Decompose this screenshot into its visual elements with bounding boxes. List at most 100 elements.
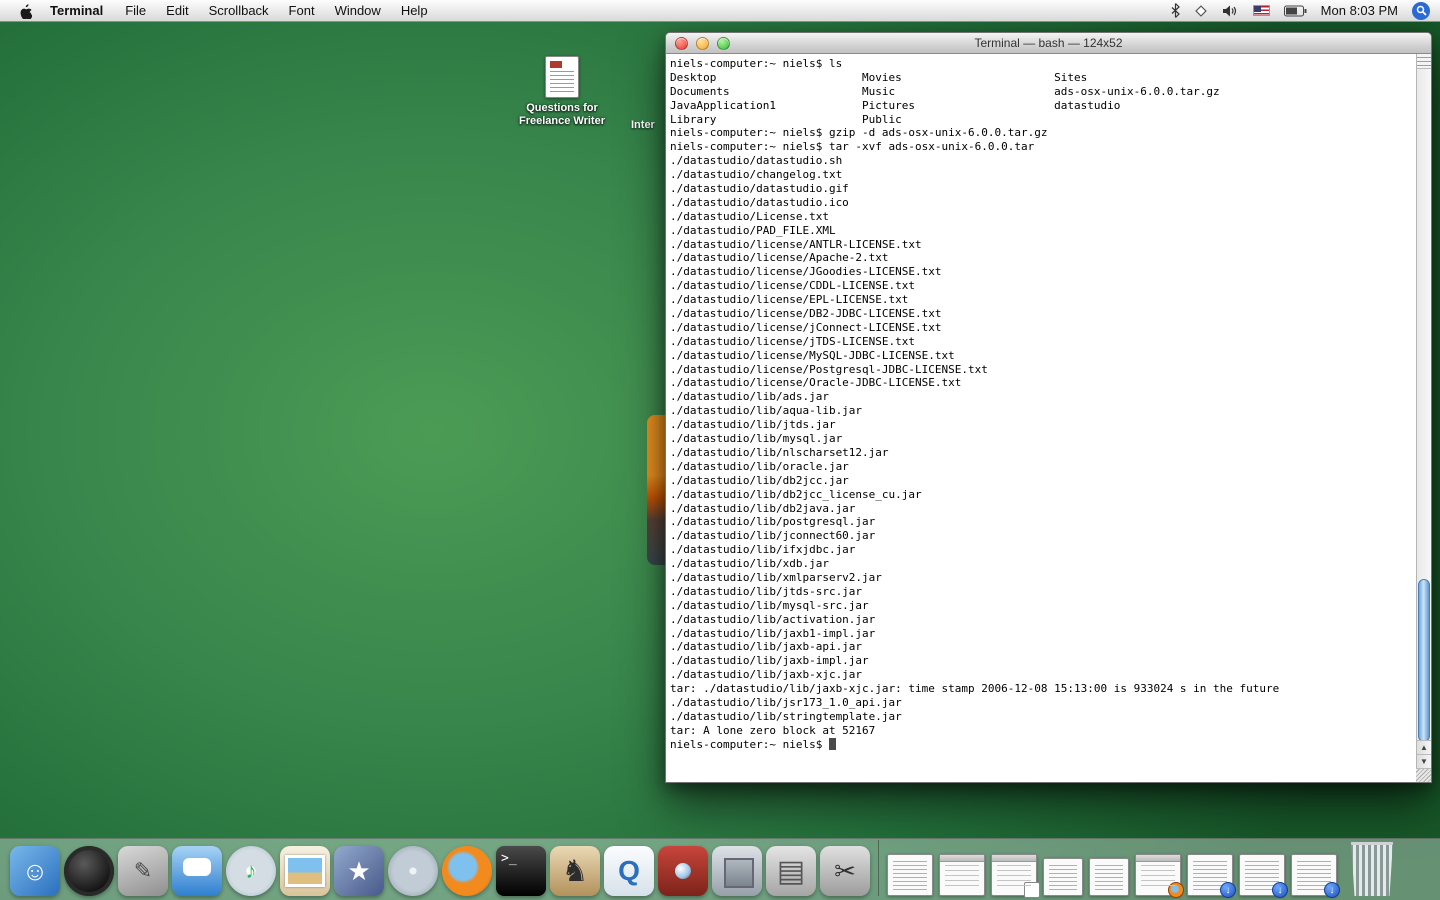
desktop-icon-label: Questions for Freelance Writer xyxy=(518,102,605,127)
terminal-line: ./datastudio/lib/db2jcc_license_cu.jar xyxy=(670,487,922,501)
minimized-window-1[interactable] xyxy=(939,854,985,896)
terminal-line: ./datastudio/datastudio.gif xyxy=(670,182,849,196)
menu-scrollback[interactable]: Scrollback xyxy=(199,0,279,21)
terminal-line: ./datastudio/license/EPL-LICENSE.txt xyxy=(670,293,909,307)
document-icon xyxy=(545,56,579,98)
close-button[interactable] xyxy=(675,36,688,50)
window-resize-grip[interactable] xyxy=(1416,768,1431,782)
menu-window[interactable]: Window xyxy=(325,0,391,21)
menubar: Terminal File Edit Scrollback Font Window Help… xyxy=(0,0,1440,22)
dock-icon-imovie[interactable]: ★ xyxy=(334,846,384,896)
terminal-line: ./datastudio/lib/jtds.jar xyxy=(670,418,836,432)
terminal-line: ./datastudio/license/MySQL-JDBC-LICENSE.… xyxy=(670,348,955,362)
minimized-document-6[interactable]: ↓ xyxy=(1291,854,1340,898)
battery-icon[interactable] xyxy=(1283,0,1307,21)
spotlight-icon[interactable] xyxy=(1412,1,1430,20)
scroll-down-arrow[interactable]: ▼ xyxy=(1417,754,1431,768)
scroll-up-arrow[interactable]: ▲ xyxy=(1417,740,1431,754)
minimize-button[interactable] xyxy=(696,36,709,50)
terminal-line: ./datastudio/datastudio.sh xyxy=(670,154,843,168)
dock-apps: ☺ ✎ ♪ ★ >_ ♞ Q ▤ ✂ xyxy=(10,846,870,896)
minimized-document-4[interactable]: ↓ xyxy=(1187,854,1236,898)
dock-icon-stickies[interactable]: ✎ xyxy=(118,846,168,896)
terminal-line: ./datastudio/license/CDDL-LICENSE.txt xyxy=(670,279,916,293)
terminal-line: ./datastudio/lib/postgresql.jar xyxy=(670,515,876,529)
dock-icon-grab[interactable]: ✂ xyxy=(820,846,870,896)
apple-menu-icon[interactable] xyxy=(12,0,38,21)
terminal-line: ./datastudio/lib/mysql-src.jar xyxy=(670,598,869,612)
dock-icon-terminal-app[interactable]: >_ xyxy=(496,846,546,896)
dock-icon-quicktime[interactable]: Q xyxy=(604,846,654,896)
minimized-window-2[interactable] xyxy=(991,854,1040,898)
menu-font[interactable]: Font xyxy=(279,0,325,21)
terminal-line: ./datastudio/license/jConnect-LICENSE.tx… xyxy=(670,320,942,334)
dock-minimized: ↓ ↓ ↓ xyxy=(887,854,1340,898)
input-menu-us-flag-icon[interactable] xyxy=(1252,5,1270,16)
terminal-line: tar: A lone zero block at 52167 xyxy=(670,723,876,737)
minimized-firefox-window[interactable] xyxy=(1135,854,1184,898)
menubar-menus: Terminal File Edit Scrollback Font Window Help xyxy=(38,0,438,21)
dock-icon-dashboard[interactable] xyxy=(64,846,114,896)
terminal-line: ./datastudio/lib/activation.jar xyxy=(670,612,876,626)
dock-icon-ichat[interactable] xyxy=(172,846,222,896)
terminal-line: ./datastudio/lib/stringtemplate.jar xyxy=(670,709,902,723)
terminal-line: ./datastudio/license/Oracle-JDBC-LICENSE… xyxy=(670,376,962,390)
scrollbar-thumb[interactable] xyxy=(1418,579,1430,742)
terminal-line: niels-computer:~ niels$ tar -xvf ads-osx… xyxy=(670,140,1035,154)
terminal-line: Desktop Movies Sites xyxy=(670,70,1088,84)
terminal-line: Library Public xyxy=(670,112,902,126)
terminal-window: Terminal — bash — 124x52 niels-computer:… xyxy=(665,32,1432,783)
desktop-icon-partial-label[interactable]: Inter xyxy=(631,119,655,131)
menubar-left: Terminal File Edit Scrollback Font Window Help xyxy=(0,0,438,21)
terminal-line: ./datastudio/license/jTDS-LICENSE.txt xyxy=(670,334,916,348)
terminal-line: ./datastudio/license/Apache-2.txt xyxy=(670,251,889,265)
menu-help[interactable]: Help xyxy=(391,0,438,21)
dock-icon-itunes[interactable]: ♪ xyxy=(226,846,276,896)
terminal-content: niels-computer:~ niels$ ls Desktop Movies… xyxy=(666,54,1431,782)
menu-file[interactable]: File xyxy=(115,0,156,21)
dock-icon-dvdplayer[interactable] xyxy=(388,846,438,896)
download-badge-icon: ↓ xyxy=(1220,882,1236,898)
terminal-line: ./datastudio/lib/xdb.jar xyxy=(670,557,829,571)
terminal-output: niels-computer:~ niels$ ls Desktop Movies… xyxy=(670,57,1414,752)
menu-edit[interactable]: Edit xyxy=(156,0,198,21)
dock-icon-iphoto[interactable] xyxy=(280,846,330,896)
terminal-line: Documents Music ads-osx-unix-6.0.0.tar.g… xyxy=(670,84,1220,98)
zoom-button[interactable] xyxy=(717,36,730,50)
terminal-line: ./datastudio/lib/jaxb-api.jar xyxy=(670,640,863,654)
bluetooth-icon[interactable] xyxy=(1171,0,1180,21)
terminal-line: ./datastudio/lib/db2java.jar xyxy=(670,501,856,515)
terminal-line: ./datastudio/license/JGoodies-LICENSE.tx… xyxy=(670,265,942,279)
terminal-line: ./datastudio/lib/aqua-lib.jar xyxy=(670,404,863,418)
terminal-line: ./datastudio/lib/jsr173_1.0_api.jar xyxy=(670,695,902,709)
menubar-clock[interactable]: Mon 8:03 PM xyxy=(1321,3,1398,18)
terminal-line: ./datastudio/lib/jaxb-impl.jar xyxy=(670,654,869,668)
terminal-line: ./datastudio/lib/xmlparserv2.jar xyxy=(670,570,882,584)
terminal-line: niels-computer:~ niels$ ls xyxy=(670,57,843,70)
download-badge-icon: ↓ xyxy=(1272,882,1288,898)
minimized-document-1[interactable] xyxy=(887,854,933,896)
airport-icon[interactable] xyxy=(1194,0,1208,21)
terminal-titlebar[interactable]: Terminal — bash — 124x52 xyxy=(666,33,1431,54)
minimized-document-5[interactable]: ↓ xyxy=(1239,854,1288,898)
terminal-line: ./datastudio/lib/jtds-src.jar xyxy=(670,584,863,598)
scrollbar-top-widget[interactable] xyxy=(1417,54,1431,69)
dock-icon-vault[interactable] xyxy=(712,846,762,896)
terminal-line: ./datastudio/lib/jaxb-xjc.jar xyxy=(670,668,863,682)
terminal-line: ./datastudio/lib/nlscharset12.jar xyxy=(670,445,889,459)
dock-icon-firefox[interactable] xyxy=(442,846,492,896)
menu-terminal[interactable]: Terminal xyxy=(38,0,115,21)
volume-icon[interactable] xyxy=(1222,0,1239,21)
minimized-document-2[interactable] xyxy=(1043,858,1083,896)
dock-icon-finder[interactable]: ☺ xyxy=(10,846,60,896)
terminal-scrollbar[interactable]: ▲ ▼ xyxy=(1416,54,1431,782)
minimized-document-3[interactable] xyxy=(1089,858,1129,896)
trash-icon[interactable] xyxy=(1351,842,1393,896)
firefox-badge-icon xyxy=(1168,882,1184,898)
terminal-line: ./datastudio/lib/db2jcc.jar xyxy=(670,473,849,487)
dock-icon-chess[interactable]: ♞ xyxy=(550,846,600,896)
dock-icon-cabinet[interactable]: ▤ xyxy=(766,846,816,896)
terminal-line: niels-computer:~ niels$ xyxy=(670,737,1414,752)
desktop-icon-questions-for-freelance-writer[interactable]: Questions for Freelance Writer xyxy=(502,56,622,128)
dock-icon-photobooth[interactable] xyxy=(658,846,708,896)
